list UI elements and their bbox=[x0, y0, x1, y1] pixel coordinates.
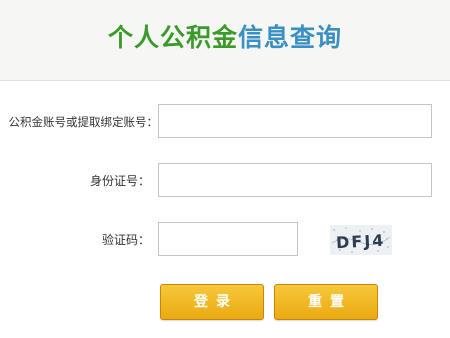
captcha-image[interactable]: DFJ4 bbox=[330, 225, 392, 255]
captcha-text: DFJ4 bbox=[336, 231, 386, 253]
id-number-label: 身份证号： bbox=[89, 174, 150, 188]
id-number-input[interactable] bbox=[158, 163, 432, 197]
page-header: 个人公积金信息查询 bbox=[0, 0, 450, 80]
login-button[interactable]: 登录 bbox=[160, 284, 264, 320]
page-title-part2: 信息查询 bbox=[238, 23, 343, 52]
reset-button[interactable]: 重置 bbox=[274, 284, 378, 320]
account-label: 公积金账号或提取绑定账号： bbox=[8, 115, 159, 129]
page-title: 个人公积金信息查询 bbox=[0, 22, 450, 54]
captcha-noise-icon: DFJ4 bbox=[330, 225, 392, 255]
captcha-input[interactable] bbox=[158, 222, 298, 256]
account-input[interactable] bbox=[158, 104, 432, 138]
header-divider bbox=[0, 80, 450, 81]
page-title-part1: 个人公积金 bbox=[107, 23, 238, 52]
captcha-label: 验证码： bbox=[101, 233, 150, 247]
